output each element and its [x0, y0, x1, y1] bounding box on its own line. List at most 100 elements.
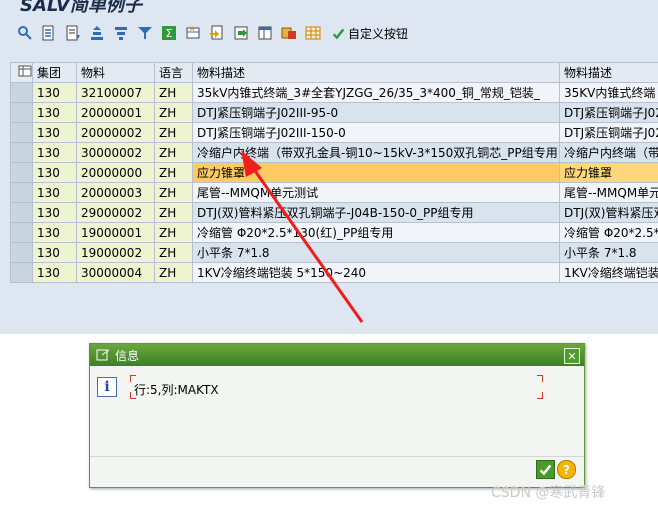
cell-description-2[interactable]: DTJ紧压铜端子J02 [559, 122, 658, 143]
cell-language[interactable]: ZH [154, 222, 193, 243]
print-button[interactable] [208, 24, 226, 42]
cell-language[interactable]: ZH [154, 122, 193, 143]
table-row[interactable]: 130 30000004 ZH 1KV冷缩终端铠装 5*150~240 1KV冷… [10, 262, 658, 283]
cell-client[interactable]: 130 [32, 202, 77, 223]
cell-language[interactable]: ZH [154, 202, 193, 223]
confirm-button[interactable] [536, 460, 555, 479]
cell-material[interactable]: 20000003 [76, 182, 155, 203]
subtotal-button[interactable]: A [184, 24, 202, 42]
dialog-title: 信息 [115, 348, 140, 363]
cell-description[interactable]: 1KV冷缩终端铠装 5*150~240 [192, 262, 560, 283]
table-row-selected[interactable]: 130 20000000 ZH 应力锥罩 应力锥罩 [10, 162, 658, 183]
cell-description-2[interactable]: 35KV内锥式终端 [559, 82, 658, 103]
table-row[interactable]: 130 19000002 ZH 小平条 7*1.8 小平条 7*1.8 [10, 242, 658, 263]
details-button[interactable] [16, 24, 34, 42]
cell-description[interactable]: DTJ紧压铜端子J02III-95-0 [192, 102, 560, 123]
cell-client[interactable]: 130 [32, 182, 77, 203]
watermark: CSDN @寒武青锋 [491, 485, 606, 501]
row-selector[interactable] [10, 122, 33, 143]
cell-description-2[interactable]: 尾管--MMQM单元测 [559, 182, 658, 203]
cell-description[interactable]: 应力锥罩 [192, 162, 560, 183]
dialog-close-button[interactable]: ✕ [564, 348, 580, 364]
cell-description[interactable]: 冷缩管 Φ20*2.5*130(红)_PP组专用 [192, 222, 560, 243]
sum-button[interactable]: Σ [160, 24, 178, 42]
cell-language[interactable]: ZH [154, 82, 193, 103]
cell-description[interactable]: DTJ(双)管料紧压双孔铜端子-J04B-150-0_PP组专用 [192, 202, 560, 223]
cell-material[interactable]: 29000002 [76, 202, 155, 223]
cell-client[interactable]: 130 [32, 142, 77, 163]
help-button[interactable]: ? [557, 460, 576, 479]
export-button[interactable] [232, 24, 250, 42]
cell-client[interactable]: 130 [32, 222, 77, 243]
column-header-language[interactable]: 语言 [154, 62, 193, 83]
column-header-material[interactable]: 物料 [76, 62, 155, 83]
cell-material[interactable]: 19000002 [76, 242, 155, 263]
cell-client[interactable]: 130 [32, 102, 77, 123]
cell-material[interactable]: 32100007 [76, 82, 155, 103]
cell-language[interactable]: ZH [154, 102, 193, 123]
layout-button[interactable] [256, 24, 274, 42]
cell-description-2[interactable]: 冷缩管 Φ20*2.5* [559, 222, 658, 243]
cell-description-2[interactable]: DTJ(双)管料紧压双 [559, 202, 658, 223]
table-row[interactable]: 130 29000002 ZH DTJ(双)管料紧压双孔铜端子-J04B-150… [10, 202, 658, 223]
filter-set-button[interactable] [88, 24, 106, 42]
sum-icon: Σ [162, 26, 176, 40]
cell-client[interactable]: 130 [32, 82, 77, 103]
cell-material[interactable]: 30000002 [76, 142, 155, 163]
column-header-description[interactable]: 物料描述 [192, 62, 560, 83]
row-selector[interactable] [10, 82, 33, 103]
choose-layout-button[interactable] [280, 24, 298, 42]
cell-language[interactable]: ZH [154, 182, 193, 203]
cell-description[interactable]: DTJ紧压铜端子J02III-150-0 [192, 122, 560, 143]
cell-material[interactable]: 30000004 [76, 262, 155, 283]
cell-client[interactable]: 130 [32, 122, 77, 143]
row-selector[interactable] [10, 242, 33, 263]
cell-language[interactable]: ZH [154, 262, 193, 283]
column-header-description-2[interactable]: 物料描述 [559, 62, 658, 83]
cell-description-2[interactable]: DTJ紧压铜端子J02 [559, 102, 658, 123]
table-row[interactable]: 130 20000003 ZH 尾管--MMQM单元测试 尾管--MMQM单元测 [10, 182, 658, 203]
cell-material[interactable]: 20000000 [76, 162, 155, 183]
cell-client[interactable]: 130 [32, 162, 77, 183]
cell-client[interactable]: 130 [32, 242, 77, 263]
select-all-icon[interactable] [10, 62, 33, 83]
spreadsheet-button[interactable] [304, 24, 322, 42]
cell-description-2[interactable]: 小平条 7*1.8 [559, 242, 658, 263]
row-selector[interactable] [10, 142, 33, 163]
sort-ascending-button[interactable] [40, 24, 58, 42]
cell-material[interactable]: 19000001 [76, 222, 155, 243]
table-row[interactable]: 130 30000002 ZH 冷缩户内终端（带双孔金具-铜10~15kV-3*… [10, 142, 658, 163]
row-selector[interactable] [10, 182, 33, 203]
cell-description[interactable]: 小平条 7*1.8 [192, 242, 560, 263]
cell-description[interactable]: 尾管--MMQM单元测试 [192, 182, 560, 203]
cell-client[interactable]: 130 [32, 262, 77, 283]
cell-material[interactable]: 20000002 [76, 122, 155, 143]
cell-material[interactable]: 20000001 [76, 102, 155, 123]
cell-description-2[interactable]: 1KV冷缩终端铠装 [559, 262, 658, 283]
dialog-title-bar: 信息 [90, 344, 584, 366]
cell-description[interactable]: 冷缩户内终端（带双孔金具-铜10~15kV-3*150双孔铜芯_PP组专用 [192, 142, 560, 163]
cell-language[interactable]: ZH [154, 162, 193, 183]
custom-button[interactable]: 自定义按钮 [332, 24, 408, 42]
column-header-client[interactable]: 集团 [32, 62, 77, 83]
row-selector[interactable] [10, 262, 33, 283]
cell-language[interactable]: ZH [154, 142, 193, 163]
cell-language[interactable]: ZH [154, 242, 193, 263]
table-row[interactable]: 130 19000001 ZH 冷缩管 Φ20*2.5*130(红)_PP组专用… [10, 222, 658, 243]
row-selector[interactable] [10, 162, 33, 183]
dialog-divider [90, 456, 584, 457]
dialog-window-icon [96, 349, 110, 361]
row-selector[interactable] [10, 102, 33, 123]
row-selector[interactable] [10, 222, 33, 243]
cell-description-2[interactable]: 冷缩户内终端（带 [559, 142, 658, 163]
close-icon: ✕ [567, 349, 577, 363]
filter-funnel-button[interactable] [136, 24, 154, 42]
table-row[interactable]: 130 20000001 ZH DTJ紧压铜端子J02III-95-0 DTJ紧… [10, 102, 658, 123]
cell-description-2[interactable]: 应力锥罩 [559, 162, 658, 183]
sort-descending-button[interactable] [64, 24, 82, 42]
table-row[interactable]: 130 32100007 ZH 35kV内锥式终端_3#全套YJZGG_26/3… [10, 82, 658, 103]
table-row[interactable]: 130 20000002 ZH DTJ紧压铜端子J02III-150-0 DTJ… [10, 122, 658, 143]
cell-description[interactable]: 35kV内锥式终端_3#全套YJZGG_26/35_3*400_铜_常规_铠装_ [192, 82, 560, 103]
row-selector[interactable] [10, 202, 33, 223]
filter-button[interactable] [112, 24, 130, 42]
